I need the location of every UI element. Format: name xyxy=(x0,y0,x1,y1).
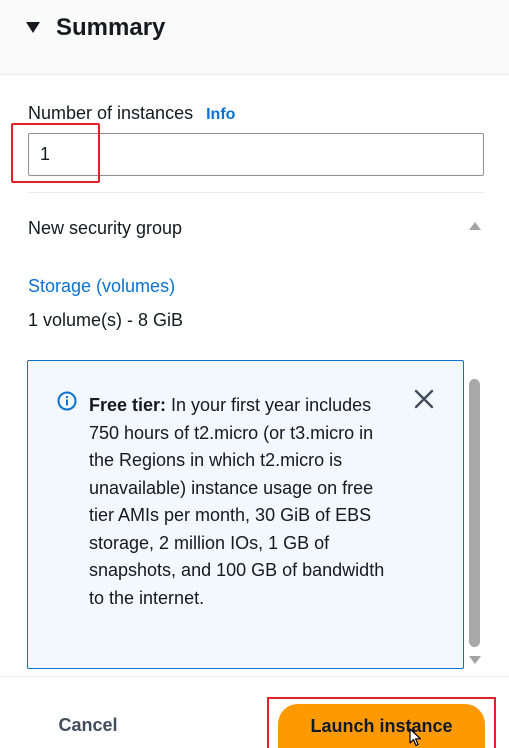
info-link[interactable]: Info xyxy=(206,106,235,123)
scroll-down-arrow-icon[interactable] xyxy=(469,656,481,664)
storage-volumes-link[interactable]: Storage (volumes) xyxy=(28,274,175,298)
free-tier-message: In your first year includes 750 hours of… xyxy=(89,395,385,608)
security-group-text: New security group xyxy=(28,218,183,238)
summary-title: Summary xyxy=(56,14,166,41)
number-of-instances-input[interactable] xyxy=(28,133,484,176)
free-tier-text: Free tier: In your first year includes 7… xyxy=(89,392,389,612)
mouse-cursor-icon xyxy=(409,728,422,747)
summary-scroll-area[interactable]: New security group Storage (volumes) 1 v… xyxy=(0,203,509,669)
scroll-up-arrow-icon[interactable] xyxy=(469,222,481,230)
volume-summary: 1 volume(s) - 8 GiB xyxy=(28,310,184,330)
cancel-button[interactable]: Cancel xyxy=(48,708,128,742)
close-icon[interactable] xyxy=(412,387,436,411)
free-tier-alert: Free tier: In your first year includes 7… xyxy=(27,360,464,669)
summary-header[interactable]: Summary xyxy=(0,0,509,75)
launch-instance-button[interactable]: Launch instance xyxy=(278,704,485,748)
instances-label: Number of instances xyxy=(28,103,194,123)
instances-label-row: Number of instances Info xyxy=(28,101,235,127)
info-circle-icon xyxy=(57,391,77,411)
divider xyxy=(28,192,484,193)
caret-down-icon[interactable] xyxy=(26,22,40,33)
footer-divider xyxy=(0,676,509,677)
free-tier-label: Free tier: xyxy=(89,395,167,415)
scrollbar-thumb[interactable] xyxy=(469,379,480,647)
